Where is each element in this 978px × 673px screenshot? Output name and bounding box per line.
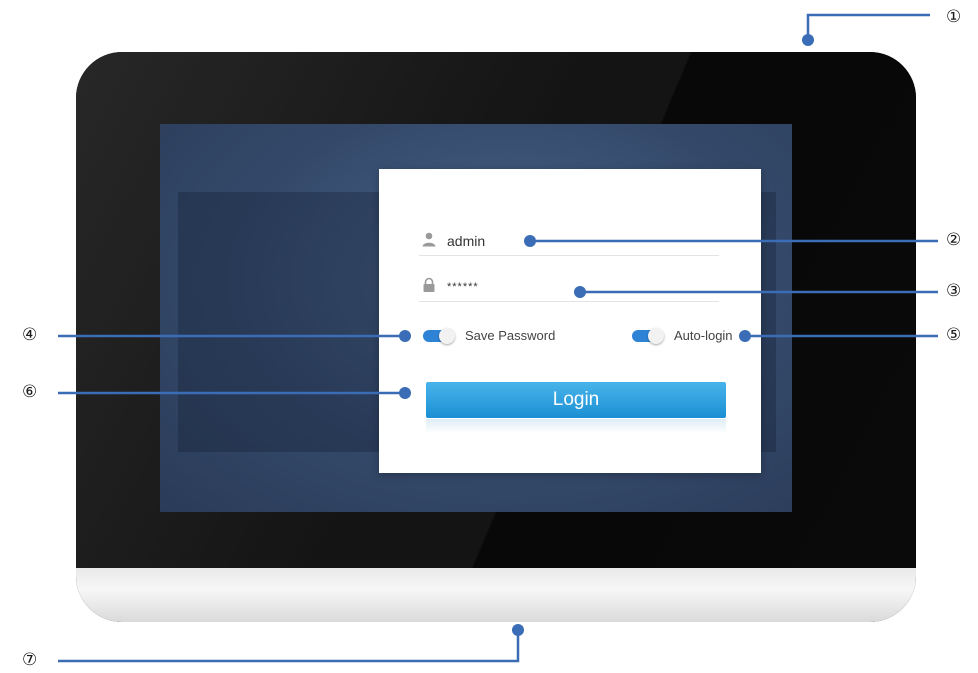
- callout-lines: [58, 13, 938, 663]
- callout-6: ⑥: [22, 382, 38, 402]
- callout-2: ②: [946, 230, 962, 250]
- callout-7: ⑦: [22, 650, 38, 670]
- callout-3: ③: [946, 281, 962, 301]
- callout-5: ⑤: [946, 325, 962, 345]
- callout-4: ④: [22, 325, 38, 345]
- callout-1: ①: [946, 7, 962, 27]
